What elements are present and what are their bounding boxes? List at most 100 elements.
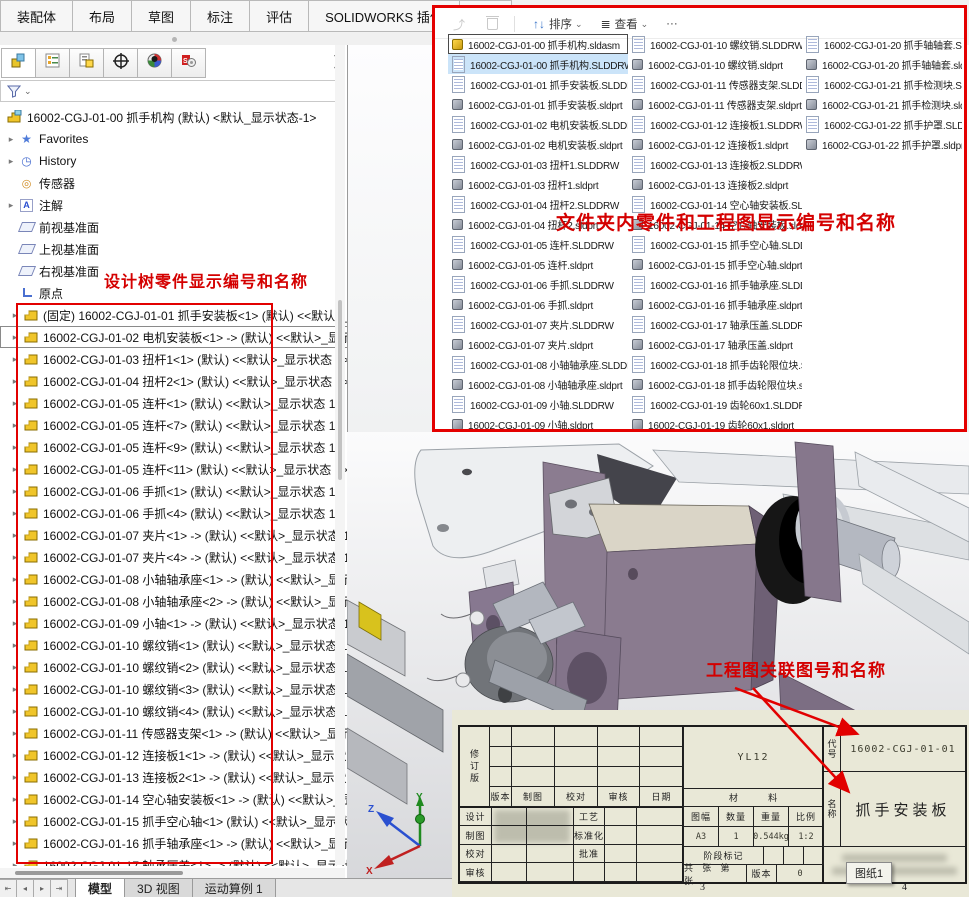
expand-arrow-icon[interactable]: ▸ (8, 750, 22, 761)
more-button[interactable]: ··· (666, 18, 678, 30)
file-item[interactable]: 16002-CGJ-01-16 抓手轴承座.sldprt (628, 294, 802, 314)
view-button[interactable]: ≣ 查看 ⌄ (601, 16, 649, 32)
tab-nav-button-0[interactable]: ⇤ (0, 879, 17, 897)
file-item[interactable]: 16002-CGJ-01-11 传感器支架.sldprt (628, 94, 802, 114)
file-item[interactable]: 16002-CGJ-01-01 抓手安装板.SLDDRW (448, 74, 628, 94)
expand-arrow-icon[interactable]: ▸ (8, 530, 22, 541)
file-item[interactable]: 16002-CGJ-01-12 连接板1.sldprt (628, 134, 802, 154)
tree-part-2[interactable]: ▸16002-CGJ-01-03 扭杆1<1> (默认) <<默认>_显示状态 … (0, 348, 347, 370)
file-item[interactable]: 16002-CGJ-01-08 小轴轴承座.sldprt (448, 374, 628, 394)
configurationmanager-tab[interactable] (69, 48, 104, 78)
file-item[interactable]: 16002-CGJ-01-00 抓手机构.SLDDRW (448, 54, 628, 74)
file-item[interactable]: 16002-CGJ-01-08 小轴轴承座.SLDDRW (448, 354, 628, 374)
bottom-tab-0[interactable]: 模型 (75, 879, 125, 897)
bottom-tab-2[interactable]: 运动算例 1 (192, 879, 276, 897)
expand-arrow-icon[interactable]: ▸ (4, 200, 18, 211)
tree-part-1[interactable]: ▸16002-CGJ-01-02 电机安装板<1> -> (默认) <<默认>_… (0, 326, 347, 348)
menu-tab-1[interactable]: 布局 (73, 0, 132, 32)
expand-arrow-icon[interactable]: ▸ (8, 816, 22, 827)
file-item[interactable]: 16002-CGJ-01-19 齿轮60x1.sldprt (628, 414, 802, 434)
tree-part-10[interactable]: ▸16002-CGJ-01-07 夹片<1> -> (默认) <<默认>_显示状… (0, 524, 347, 546)
expand-arrow-icon[interactable]: ▸ (8, 574, 22, 585)
expand-arrow-icon[interactable]: ▸ (8, 354, 22, 365)
tree-part-0[interactable]: ▸(固定) 16002-CGJ-01-01 抓手安装板<1> (默认) <<默认… (0, 304, 347, 326)
tree-folder-3[interactable]: ▸A注解 (0, 194, 347, 216)
file-item[interactable]: 16002-CGJ-01-21 抓手检测块.sldprt (802, 94, 962, 114)
delete-button[interactable] (487, 18, 498, 30)
expand-arrow-icon[interactable]: ▸ (8, 310, 22, 321)
file-item[interactable]: 16002-CGJ-01-07 夹片.SLDDRW (448, 314, 628, 334)
tree-folder-4[interactable]: 前视基准面 (0, 216, 347, 238)
expand-arrow-icon[interactable]: ▸ (8, 706, 22, 717)
expand-arrow-icon[interactable]: ▸ (8, 772, 22, 783)
file-item[interactable]: 16002-CGJ-01-16 抓手轴承座.SLDDRW (628, 274, 802, 294)
tab-nav-button-2[interactable]: ▸ (33, 879, 51, 897)
tree-part-17[interactable]: ▸16002-CGJ-01-10 螺纹销<3> (默认) <<默认>_显示状态 … (0, 678, 347, 700)
file-item[interactable]: 16002-CGJ-01-11 传感器支架.SLDDRW (628, 74, 802, 94)
file-item[interactable]: 16002-CGJ-01-12 连接板1.SLDDRW (628, 114, 802, 134)
file-item[interactable]: 16002-CGJ-01-06 手抓.sldprt (448, 294, 628, 314)
expand-arrow-icon[interactable]: ▸ (8, 860, 22, 867)
expand-arrow-icon[interactable]: ▸ (8, 464, 22, 475)
file-item[interactable]: 16002-CGJ-01-13 连接板2.SLDDRW (628, 154, 802, 174)
bottom-tab-1[interactable]: 3D 视图 (124, 879, 193, 897)
file-item[interactable]: 16002-CGJ-01-13 连接板2.sldprt (628, 174, 802, 194)
file-item[interactable]: 16002-CGJ-01-20 抓手轴轴套.sldprt (802, 54, 962, 74)
file-item[interactable]: 16002-CGJ-01-17 轴承压盖.sldprt (628, 334, 802, 354)
file-item[interactable]: 16002-CGJ-01-06 手抓.SLDDRW (448, 274, 628, 294)
tree-part-16[interactable]: ▸16002-CGJ-01-10 螺纹销<2> (默认) <<默认>_显示状态 … (0, 656, 347, 678)
expand-arrow-icon[interactable]: ▸ (8, 420, 22, 431)
tree-part-25[interactable]: ▸16002-CGJ-01-17 轴承压盖<1> -> (默认) <<默认>_显… (0, 854, 347, 866)
tree-part-24[interactable]: ▸16002-CGJ-01-16 抓手轴承座<1> -> (默认) <<默认>_… (0, 832, 347, 854)
tree-filter[interactable]: ⌄ (0, 80, 345, 102)
tree-part-14[interactable]: ▸16002-CGJ-01-09 小轴<1> -> (默认) <<默认>_显示状… (0, 612, 347, 634)
tree-part-7[interactable]: ▸16002-CGJ-01-05 连杆<11> (默认) <<默认>_显示状态 … (0, 458, 347, 480)
file-item[interactable]: 16002-CGJ-01-09 小轴.sldprt (448, 414, 628, 434)
expand-arrow-icon[interactable]: ▸ (8, 376, 22, 387)
expand-arrow-icon[interactable]: ▸ (8, 486, 22, 497)
tree-vertical-scrollbar[interactable] (335, 45, 345, 865)
file-item[interactable]: 16002-CGJ-01-19 齿轮60x1.SLDDRW (628, 394, 802, 414)
file-item[interactable]: 16002-CGJ-01-18 抓手齿轮限位块.SLDDRW (628, 354, 802, 374)
file-item[interactable]: 16002-CGJ-01-03 扭杆1.sldprt (448, 174, 628, 194)
file-item[interactable]: 16002-CGJ-01-07 夹片.sldprt (448, 334, 628, 354)
expand-arrow-icon[interactable]: ▸ (8, 398, 22, 409)
dimxpertmanager-tab[interactable] (103, 48, 138, 78)
file-item[interactable]: 16002-CGJ-01-02 电机安装板.sldprt (448, 134, 628, 154)
tree-part-18[interactable]: ▸16002-CGJ-01-10 螺纹销<4> (默认) <<默认>_显示状态 … (0, 700, 347, 722)
tab-nav-button-1[interactable]: ◂ (16, 879, 34, 897)
tree-folder-0[interactable]: ▸★Favorites (0, 128, 347, 150)
menu-tab-3[interactable]: 标注 (191, 0, 250, 32)
displaymanager-tab[interactable] (137, 48, 172, 78)
expand-arrow-icon[interactable]: ▸ (8, 332, 22, 343)
tree-part-22[interactable]: ▸16002-CGJ-01-14 空心轴安装板<1> -> (默认) <<默认>… (0, 788, 347, 810)
expand-arrow-icon[interactable]: ▸ (8, 618, 22, 629)
file-item[interactable]: 16002-CGJ-01-22 抓手护罩.SLDDRW (802, 114, 962, 134)
propertymanager-tab[interactable] (35, 48, 70, 78)
menu-tab-4[interactable]: 评估 (250, 0, 309, 32)
tree-part-5[interactable]: ▸16002-CGJ-01-05 连杆<7> (默认) <<默认>_显示状态 1… (0, 414, 347, 436)
featuremanager-tab[interactable] (1, 48, 36, 78)
file-item[interactable]: 16002-CGJ-01-22 抓手护罩.sldprt (802, 134, 962, 154)
file-item[interactable]: 16002-CGJ-01-17 轴承压盖.SLDDRW (628, 314, 802, 334)
expand-arrow-icon[interactable]: ▸ (8, 662, 22, 673)
expand-arrow-icon[interactable]: ▸ (8, 794, 22, 805)
file-item[interactable]: 16002-CGJ-01-02 电机安装板.SLDDRW (448, 114, 628, 134)
file-item[interactable]: 16002-CGJ-01-01 抓手安装板.sldprt (448, 94, 628, 114)
file-item[interactable]: 16002-CGJ-01-05 连杆.SLDDRW (448, 234, 628, 254)
tree-part-3[interactable]: ▸16002-CGJ-01-04 扭杆2<1> (默认) <<默认>_显示状态 … (0, 370, 347, 392)
file-item[interactable]: 16002-CGJ-01-15 抓手空心轴.SLDDRW (628, 234, 802, 254)
tree-folder-1[interactable]: ▸◷History (0, 150, 347, 172)
tree-part-13[interactable]: ▸16002-CGJ-01-08 小轴轴承座<2> -> (默认) <<默认>_… (0, 590, 347, 612)
expand-arrow-icon[interactable]: ▸ (8, 442, 22, 453)
cam-tab[interactable]: S (171, 48, 206, 78)
file-item[interactable]: 16002-CGJ-01-18 抓手齿轮限位块.sldprt (628, 374, 802, 394)
expand-arrow-icon[interactable]: ▸ (8, 640, 22, 651)
tree-folder-2[interactable]: ◎传感器 (0, 172, 347, 194)
expand-arrow-icon[interactable]: ▸ (8, 508, 22, 519)
tree-part-23[interactable]: ▸16002-CGJ-01-15 抓手空心轴<1> (默认) <<默认>_显示状… (0, 810, 347, 832)
tree-part-4[interactable]: ▸16002-CGJ-01-05 连杆<1> (默认) <<默认>_显示状态 1… (0, 392, 347, 414)
file-item[interactable]: 16002-CGJ-01-09 小轴.SLDDRW (448, 394, 628, 414)
expand-arrow-icon[interactable]: ▸ (8, 728, 22, 739)
tree-folder-5[interactable]: 上视基准面 (0, 238, 347, 260)
